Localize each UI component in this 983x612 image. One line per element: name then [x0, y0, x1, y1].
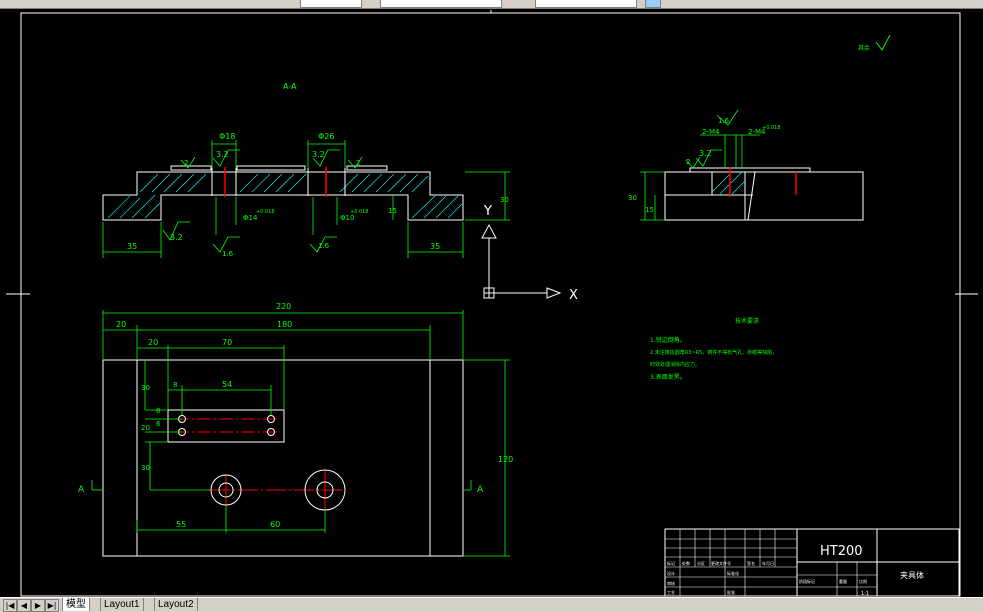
section-view: Φ18 Φ26 3.2 3.2 3.2 1.6 1.6 2 2 35 35 15…	[102, 132, 510, 258]
ucs-icon: Y X	[481, 204, 578, 303]
dim-phi18: Φ18	[219, 132, 235, 141]
dim-30d: 30	[141, 464, 150, 472]
dim-220: 220	[276, 302, 291, 311]
tb-cell-6: 设计	[667, 570, 675, 576]
dim-120: 120	[498, 455, 513, 464]
tb-cell-1: 处数	[682, 560, 690, 566]
tb-cell-12: 工艺	[667, 590, 675, 595]
tb-cell-13: 批准	[727, 589, 735, 595]
tb-cell-7: 标准化	[727, 570, 739, 576]
dim-roughness-16b: 1.6	[318, 242, 330, 250]
tb-cell-5: 年月日	[762, 560, 774, 566]
dim-tol-1: +0.018	[256, 209, 275, 215]
tb-cell-8: 阶段标记	[799, 578, 815, 584]
layer-combo[interactable]	[300, 0, 362, 8]
roughness-other-label: 其余	[858, 44, 870, 52]
dim-roughness-16a: 1.6	[222, 250, 234, 258]
dim-phi26: Φ26	[318, 132, 334, 141]
tb-cell-11: 审核	[667, 580, 675, 586]
tb-cell-9: 重量	[839, 578, 847, 584]
title-material: HT200	[820, 544, 863, 559]
dim-2a: 2	[184, 159, 188, 167]
linetype-combo[interactable]	[535, 0, 637, 8]
side-dim-m4a: 2-M4	[702, 128, 720, 136]
tb-cell-0: 标记	[667, 560, 675, 566]
lineweight-combo[interactable]	[645, 0, 661, 8]
dim-55: 55	[176, 520, 186, 529]
color-combo[interactable]	[380, 0, 502, 8]
top-view: 220 20 180 20 70 30 8 54 8 6 20 30 120 5…	[78, 302, 513, 557]
dim-180: 180	[277, 320, 292, 329]
dim-30a: 30	[500, 196, 509, 204]
dim-70: 70	[222, 338, 232, 347]
side-dim-30: 30	[628, 194, 637, 202]
drawing-frame	[6, 10, 978, 597]
notes-line-3: 3.表面发黑。	[650, 373, 686, 381]
tab-layout2[interactable]: Layout2	[154, 598, 198, 611]
section-mark-left: A	[78, 485, 85, 495]
roughness-other-symbol: 其余	[858, 34, 891, 52]
side-dim-15: 15	[645, 206, 654, 214]
next-tab-button[interactable]: ▶	[31, 599, 45, 612]
dim-54: 54	[222, 380, 232, 389]
dim-8b: 8	[156, 407, 160, 415]
dim-20a: 20	[116, 320, 126, 329]
tab-model[interactable]: 模型	[62, 598, 90, 611]
section-mark-right: A	[477, 485, 484, 495]
last-tab-button[interactable]: ▶|	[45, 599, 59, 612]
ucs-x-label: X	[569, 288, 578, 303]
dim-30c: 30	[141, 384, 150, 392]
ucs-y-label: Y	[483, 204, 492, 219]
prev-tab-button[interactable]: ◀	[17, 599, 31, 612]
side-view: 2-M4 2-M4 +0.018 3.2 1.6 2 30 15	[628, 109, 864, 221]
tb-cell-2: 分区	[697, 560, 705, 566]
side-dim-32: 3.2	[699, 149, 712, 158]
first-tab-button[interactable]: |◀	[3, 599, 17, 612]
dim-6: 6	[156, 420, 161, 428]
dim-35b: 35	[430, 242, 440, 251]
tb-cell-10: 比例	[859, 578, 867, 584]
notes-line-1: 1.锐边倒角。	[650, 336, 686, 344]
dim-phi10: Φ10	[340, 214, 354, 222]
tab-layout1[interactable]: Layout1	[100, 598, 144, 611]
drawing-canvas[interactable]: 其余 A-A Φ18 Φ26 3.2 3.2 3.2 1.6 1.6 2 2 3…	[0, 9, 983, 597]
tb-cell-4: 签名	[747, 560, 755, 566]
dim-phi14: Φ14	[243, 214, 258, 222]
dim-roughness-32c: 3.2	[170, 233, 183, 242]
dim-60: 60	[270, 520, 280, 529]
toolbar-strip	[0, 0, 983, 9]
dim-roughness-32b: 3.2	[312, 150, 325, 159]
dim-2b: 2	[356, 159, 360, 167]
notes-heading: 技术要求	[735, 317, 759, 325]
dim-35a: 35	[127, 242, 137, 251]
dim-tol-2: +0.018	[350, 209, 369, 215]
dim-15a: 15	[388, 207, 397, 215]
side-dim-tol: +0.018	[762, 125, 781, 131]
dim-roughness-32a: 3.2	[216, 150, 229, 159]
notes-line-2b: 时效处理消除内应力。	[650, 361, 700, 368]
tb-cell-3: 更改文件号	[711, 560, 731, 566]
side-dim-2: 2	[686, 158, 690, 166]
title-part-name: 夹具体	[900, 570, 924, 580]
layout-tab-bar: |◀ ◀ ▶ ▶| 模型 Layout1 Layout2	[0, 597, 983, 612]
section-label: A-A	[283, 82, 297, 91]
technical-notes: 技术要求 1.锐边倒角。 2.未注铸造圆角R3~R5，铸件不得有气孔、砂眼等缺陷…	[650, 317, 777, 381]
dim-8a: 8	[173, 381, 177, 389]
notes-line-2: 2.未注铸造圆角R3~R5，铸件不得有气孔、砂眼等缺陷，	[650, 349, 777, 356]
dim-20c: 20	[141, 424, 150, 432]
side-dim-16: 1.6	[718, 117, 730, 125]
dim-20b: 20	[148, 338, 158, 347]
title-block: HT200 夹具体 标记 处数 分区 更改文件号 签名 年月日 设计 标准化 阶…	[664, 528, 960, 597]
